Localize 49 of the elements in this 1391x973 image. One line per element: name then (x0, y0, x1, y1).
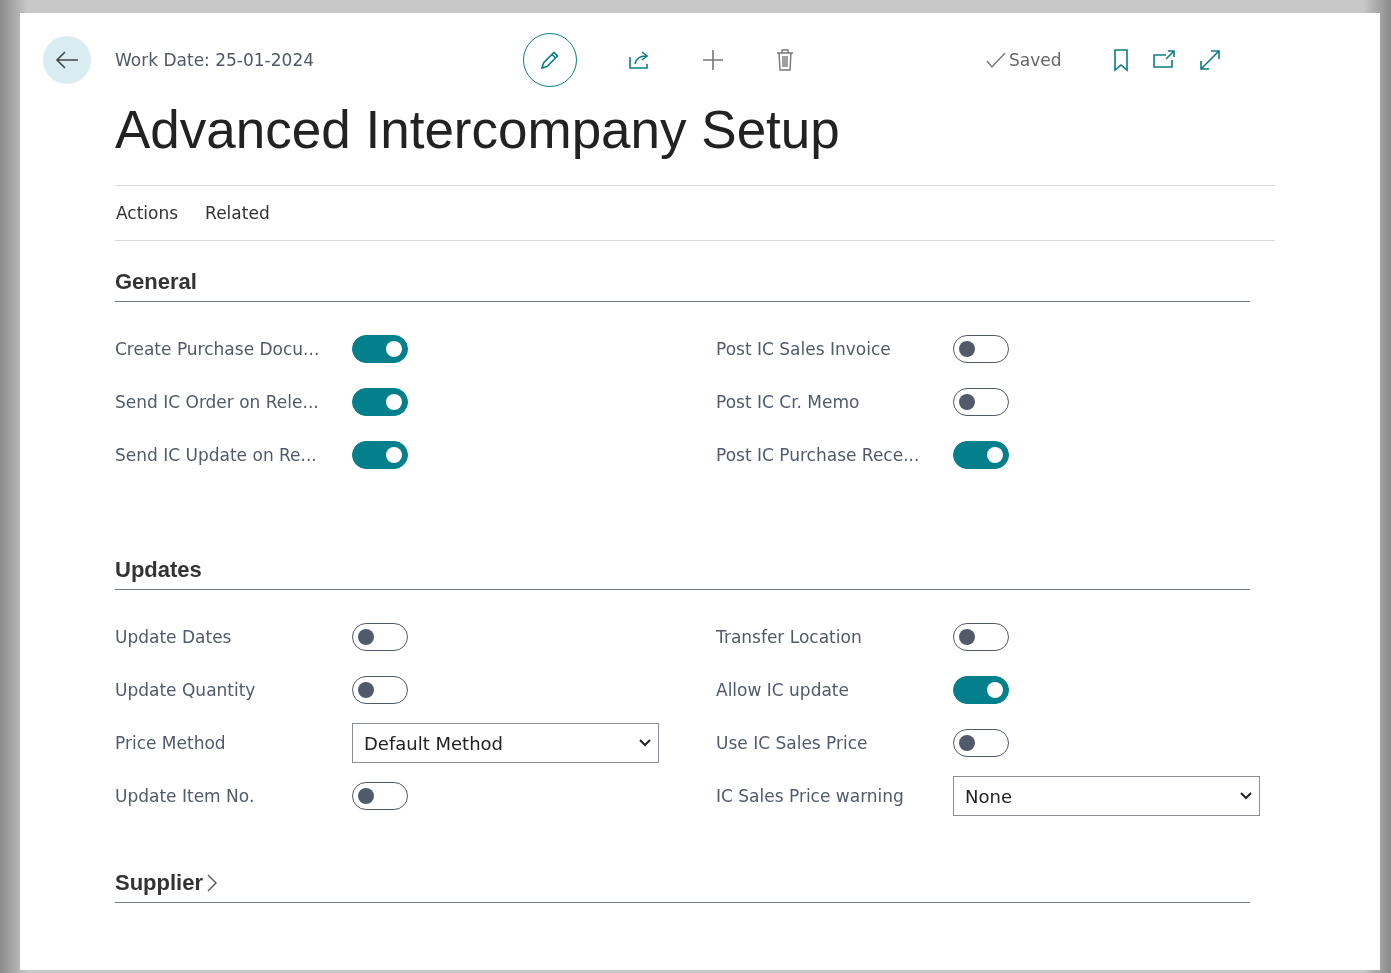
toggle-switch[interactable] (352, 335, 408, 363)
dropdown-field[interactable]: Default Method (352, 723, 659, 763)
field-label: IC Sales Price warning (716, 786, 905, 806)
toggle-switch[interactable] (352, 441, 408, 469)
caret-icon (638, 738, 652, 748)
toggle-switch[interactable] (352, 623, 408, 651)
toggle-switch[interactable] (953, 623, 1009, 651)
field-label: Use IC Sales Price (716, 733, 869, 753)
section-title[interactable]: General (115, 269, 197, 295)
page-title: Advanced Intercompany Setup (115, 99, 841, 161)
toggle-switch[interactable] (953, 335, 1009, 363)
toggle-switch[interactable] (953, 441, 1009, 469)
caret-icon (1239, 791, 1253, 801)
section-title[interactable]: Supplier (115, 870, 203, 896)
back-arrow-icon (54, 50, 80, 70)
toggle-switch[interactable] (953, 388, 1009, 416)
toggle-switch[interactable] (352, 782, 408, 810)
field-label: Price Method (115, 733, 227, 753)
saved-label: Saved (1009, 50, 1062, 70)
bookmark-icon[interactable] (1111, 48, 1130, 72)
field-label: Update Dates (115, 627, 233, 647)
field-label: Post IC Cr. Memo (716, 392, 861, 412)
field-label: Update Quantity (115, 680, 257, 700)
chevron-icon[interactable] (205, 872, 219, 894)
edit-button[interactable] (523, 33, 577, 87)
back-button[interactable] (43, 36, 91, 84)
dropdown-field[interactable]: None (953, 776, 1260, 816)
field-label: Create Purchase Docu... (115, 339, 321, 359)
open-new-window-icon[interactable] (1151, 49, 1176, 71)
field-label: Post IC Purchase Rece... (716, 445, 921, 465)
section-title[interactable]: Updates (115, 557, 202, 583)
share-icon[interactable] (627, 49, 651, 71)
work-date: Work Date: 25-01-2024 (115, 50, 315, 70)
field-label: Transfer Location (716, 627, 863, 647)
add-icon[interactable] (701, 48, 725, 72)
field-label: Update Item No. (115, 786, 256, 806)
toggle-switch[interactable] (352, 388, 408, 416)
field-label: Post IC Sales Invoice (716, 339, 892, 359)
menu-item[interactable]: Related (204, 203, 282, 223)
field-label: Allow IC update (716, 680, 850, 700)
expand-icon[interactable] (1197, 48, 1222, 72)
toggle-switch[interactable] (953, 729, 1009, 757)
checkmark-icon (985, 51, 1007, 69)
field-label: Send IC Order on Rele... (115, 392, 320, 412)
menu-item[interactable]: Actions (115, 203, 191, 223)
toggle-switch[interactable] (953, 676, 1009, 704)
field-label: Send IC Update on Re... (115, 445, 318, 465)
toggle-switch[interactable] (352, 676, 408, 704)
trash-icon[interactable] (775, 48, 795, 72)
